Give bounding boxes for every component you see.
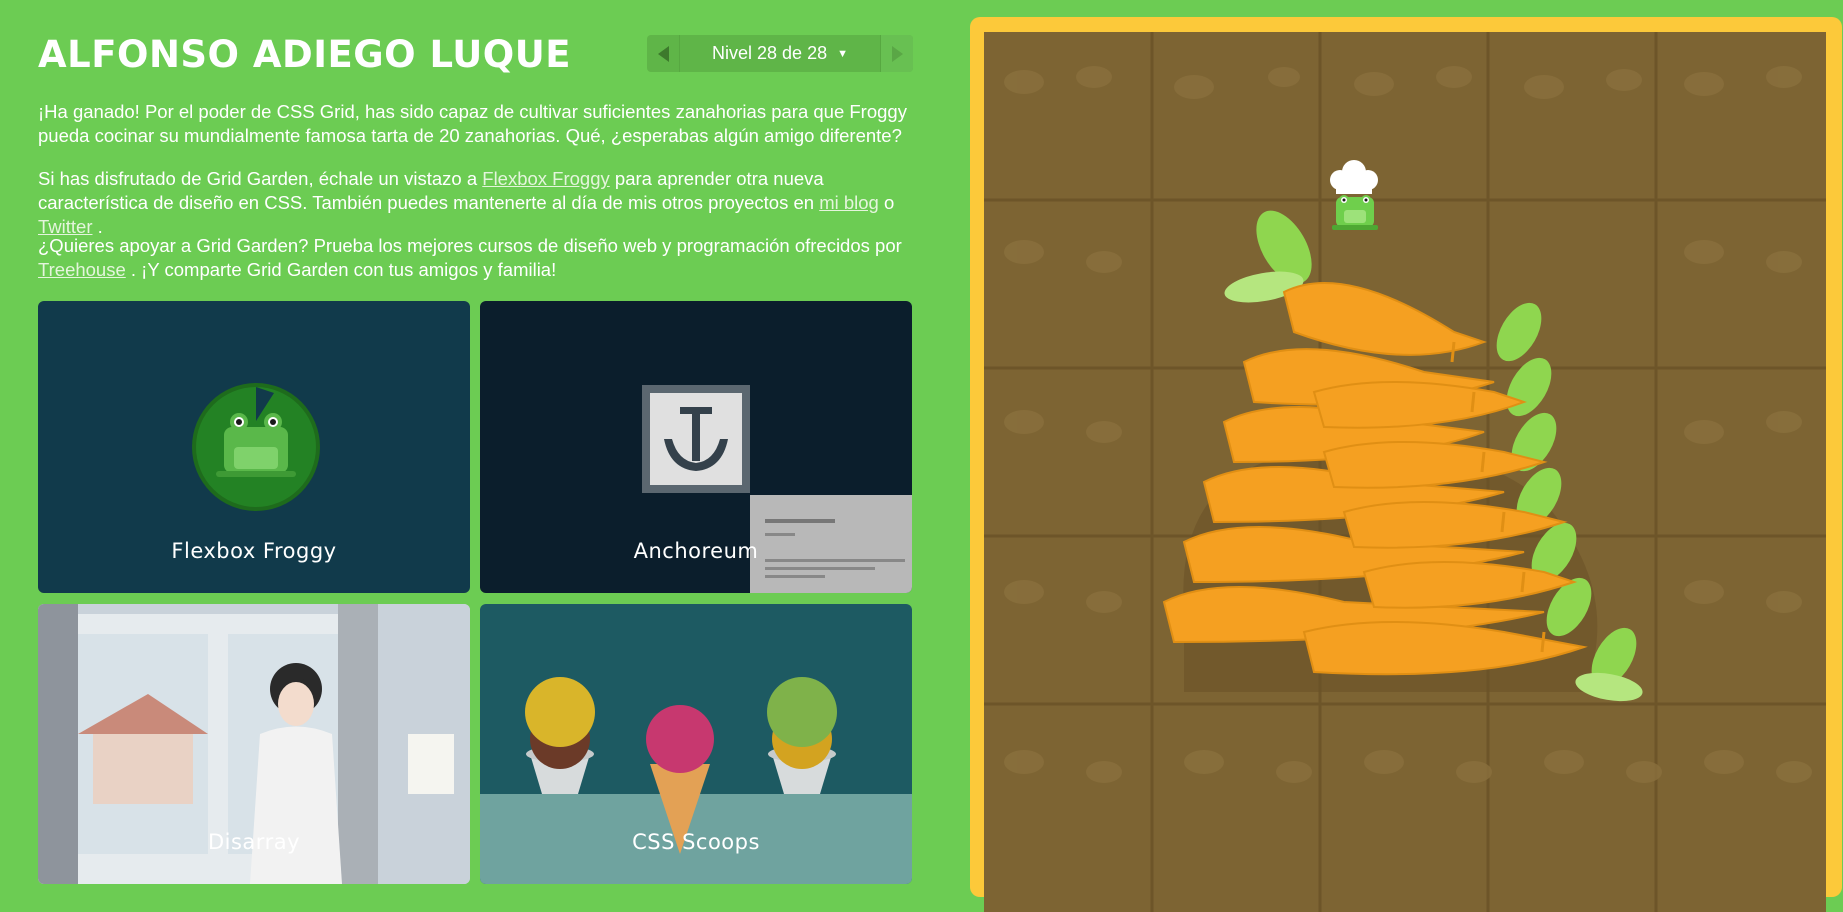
previous-level-button[interactable] [647, 35, 680, 72]
level-indicator[interactable]: Nivel 28 de 28 ▼ [680, 35, 880, 72]
carrot-pile-illustration [984, 32, 1826, 912]
treehouse-link[interactable]: Treehouse [38, 259, 126, 280]
card-label: Disarray [207, 830, 300, 854]
css-scoops-card[interactable]: CSS Scoops [480, 604, 912, 884]
card-label: Flexbox Froggy [171, 539, 337, 563]
disarray-card[interactable]: Disarray [38, 604, 470, 884]
card-label: Anchoreum [633, 539, 759, 563]
flexbox-froggy-card[interactable]: Flexbox Froggy [38, 301, 470, 593]
chevron-right-icon [891, 45, 903, 62]
blog-link[interactable]: mi blog [819, 192, 879, 213]
level-selector: Nivel 28 de 28 ▼ [647, 35, 913, 72]
garden-board [970, 17, 1842, 912]
win-message: ¡Ha ganado! Por el poder de CSS Grid, ha… [38, 101, 907, 146]
chevron-left-icon [657, 45, 669, 62]
promo-text: o [878, 192, 895, 213]
anchoreum-card[interactable]: Anchoreum [480, 301, 912, 593]
next-level-button[interactable] [880, 35, 913, 72]
promo-text: Si has disfrutado de Grid Garden, échale… [38, 168, 483, 189]
support-text: ¿Quieres apoyar a Grid Garden? Prueba lo… [38, 235, 902, 256]
page-title: ALFONSO ADIEGO LUQUE [38, 33, 572, 76]
garden-area [984, 32, 1826, 912]
promo-message: Si has disfrutado de Grid Garden, échale… [38, 167, 918, 239]
level-label: Nivel 28 de 28 [712, 43, 828, 63]
support-message: ¿Quieres apoyar a Grid Garden? Prueba lo… [38, 234, 918, 282]
chef-frog-icon [1330, 160, 1378, 230]
flexbox-froggy-link[interactable]: Flexbox Froggy [482, 168, 610, 189]
card-label: CSS Scoops [632, 830, 760, 854]
support-text: . ¡Y comparte Grid Garden con tus amigos… [125, 259, 557, 280]
caret-down-icon: ▼ [837, 47, 848, 60]
